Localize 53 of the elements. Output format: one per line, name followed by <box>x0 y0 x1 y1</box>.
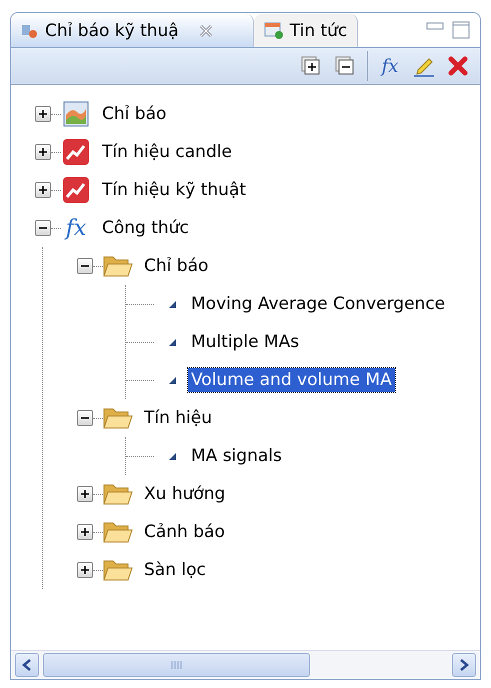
signal-icon <box>62 138 90 166</box>
folder-icon <box>103 406 133 430</box>
folder-icon <box>103 558 133 582</box>
plus-icon <box>81 566 89 574</box>
minimize-icon[interactable] <box>426 21 444 31</box>
signal-icon <box>62 176 90 204</box>
delete-button[interactable] <box>446 54 470 78</box>
close-icon[interactable] <box>198 24 213 38</box>
tree-item[interactable]: Sàn lọc <box>141 558 209 582</box>
folder-icon <box>103 520 133 544</box>
folder-icon <box>103 254 133 278</box>
tree-item[interactable]: Multiple MAs <box>188 330 302 354</box>
plus-icon <box>81 490 89 498</box>
tree-item[interactable]: Moving Average Convergence <box>188 292 448 316</box>
minus-icon <box>81 414 89 422</box>
formula-button[interactable]: fx <box>378 54 402 78</box>
formula-icon: fx <box>61 216 91 240</box>
tree-item[interactable]: Volume and volume MA <box>188 368 395 392</box>
plus-icon <box>39 186 47 194</box>
collapse-toggle[interactable] <box>77 258 93 274</box>
tree-item[interactable]: MA signals <box>188 444 285 468</box>
collapse-toggle[interactable] <box>77 410 93 426</box>
tree-item[interactable]: Xu hướng <box>141 482 228 506</box>
plus-icon <box>81 528 89 536</box>
scrollbar-thumb[interactable] <box>43 653 310 677</box>
plus-icon <box>39 148 47 156</box>
triangle-icon <box>169 338 176 346</box>
triangle-icon <box>169 300 176 308</box>
expand-toggle[interactable] <box>77 562 93 578</box>
expand-toggle[interactable] <box>35 144 51 160</box>
expand-toggle[interactable] <box>35 182 51 198</box>
minus-icon <box>39 224 47 232</box>
expand-toggle[interactable] <box>77 486 93 502</box>
tree-item[interactable]: Chỉ báo <box>141 254 212 278</box>
maximize-icon[interactable] <box>452 21 470 39</box>
scroll-left-button[interactable] <box>15 653 39 677</box>
tree-item[interactable]: Công thức <box>99 216 192 240</box>
triangle-icon <box>169 452 176 460</box>
collapse-toggle[interactable] <box>35 220 51 236</box>
tree-item[interactable]: Tín hiệu <box>141 406 216 430</box>
tree-item[interactable]: Chỉ báo <box>99 102 170 126</box>
folder-icon <box>103 482 133 506</box>
expand-toggle[interactable] <box>35 106 51 122</box>
triangle-icon <box>169 376 176 384</box>
tree-item[interactable]: Tín hiệu candle <box>99 140 235 164</box>
expand-toggle[interactable] <box>77 524 93 540</box>
scroll-right-button[interactable] <box>452 653 476 677</box>
plus-icon <box>39 110 47 118</box>
tree-item[interactable]: Cảnh báo <box>141 520 228 544</box>
tree-item[interactable]: Tín hiệu kỹ thuật <box>99 178 250 202</box>
tab[interactable]: Tin tức <box>254 14 358 47</box>
tab[interactable]: Chỉ báo kỹ thuậ <box>11 14 254 47</box>
minus-icon <box>81 262 89 270</box>
